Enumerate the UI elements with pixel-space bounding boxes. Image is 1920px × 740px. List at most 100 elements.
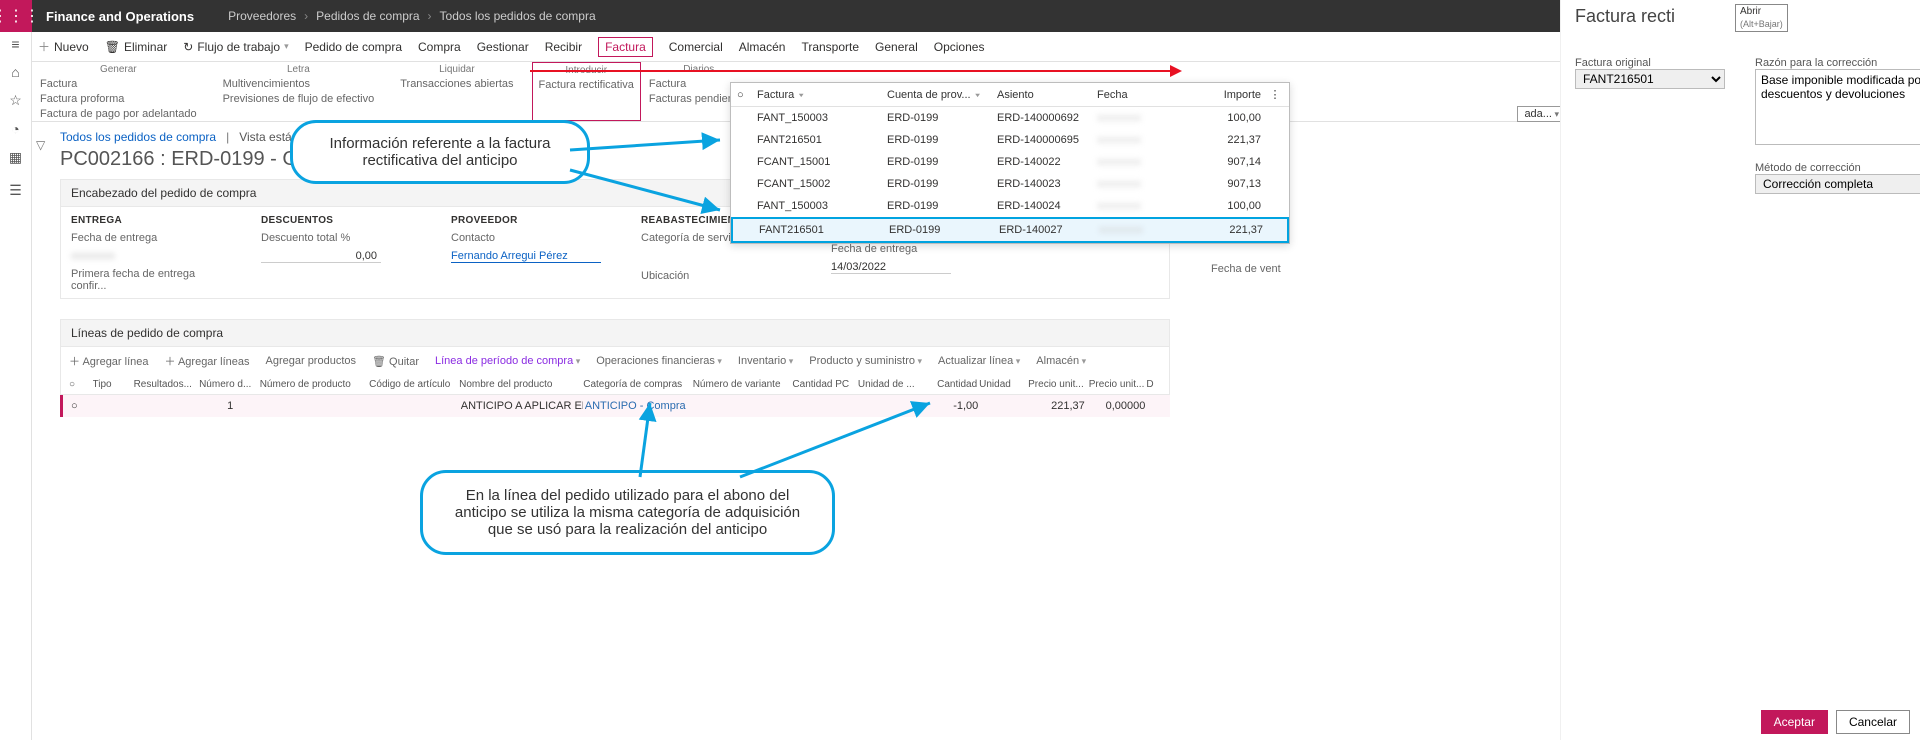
- col-header[interactable]: Cantidad PC: [792, 379, 856, 390]
- select-all-checkbox[interactable]: ○: [69, 379, 91, 390]
- tab-pedido-de-compra[interactable]: Pedido de compra: [305, 40, 402, 54]
- col-header[interactable]: Unidad de ...: [858, 379, 922, 390]
- col-header[interactable]: Número d...: [199, 379, 258, 390]
- tab-opciones[interactable]: Opciones: [934, 40, 985, 54]
- col-header[interactable]: Precio unit...: [1025, 379, 1084, 390]
- tab-comercial[interactable]: Comercial: [669, 40, 723, 54]
- clock-icon[interactable]: ◔: [11, 121, 19, 137]
- breadcrumb-item[interactable]: Pedidos de compra: [316, 9, 419, 23]
- col-header[interactable]: Asiento: [991, 84, 1091, 106]
- submenu-item[interactable]: Multivencimientos: [223, 77, 375, 92]
- workflow-button[interactable]: ↻Flujo de trabajo: [183, 40, 288, 54]
- update-line-button[interactable]: Actualizar línea: [938, 355, 1020, 367]
- invoice-lookup-dropdown[interactable]: ○ Factura Cuenta de prov... Asiento Fech…: [730, 82, 1290, 244]
- invoice-lookup-row[interactable]: FCANT_15002ERD-0199ERD-140023xxxxxxxx907…: [731, 173, 1289, 195]
- back-link[interactable]: Todos los pedidos de compra: [60, 130, 216, 144]
- vendor-contact-link[interactable]: Fernando Arregui Pérez: [451, 250, 601, 263]
- col-header[interactable]: Precio unit...: [1086, 379, 1145, 390]
- cell-purchase-category[interactable]: ANTICIPO - Compra: [585, 400, 692, 412]
- col-header[interactable]: Número de variante: [693, 379, 791, 390]
- col-header[interactable]: D: [1146, 379, 1161, 390]
- home-icon[interactable]: ⌂: [11, 64, 19, 80]
- col-header[interactable]: Unidad: [979, 379, 1023, 390]
- submenu-item[interactable]: Factura proforma: [40, 92, 197, 107]
- invoice-lookup-row[interactable]: FANT_150003ERD-0199ERD-140024xxxxxxxx100…: [731, 195, 1289, 217]
- tab-factura[interactable]: Factura: [598, 37, 653, 57]
- col-header[interactable]: Categoría de compras: [583, 379, 690, 390]
- add-line-button[interactable]: ＋ Agregar línea: [69, 353, 149, 369]
- add-products-button[interactable]: Agregar productos: [266, 355, 357, 367]
- annotation-callout-2: En la línea del pedido utilizado para el…: [420, 470, 835, 555]
- filter-icon[interactable]: [971, 89, 982, 101]
- new-button[interactable]: ＋Nuevo: [38, 38, 89, 55]
- accept-button[interactable]: Aceptar: [1761, 710, 1828, 734]
- correction-method-select[interactable]: Corrección completa: [1755, 174, 1920, 194]
- tab-general[interactable]: General: [875, 40, 918, 54]
- section-po-lines[interactable]: Líneas de pedido de compra: [60, 319, 1170, 347]
- submenu-item[interactable]: Factura: [40, 77, 197, 92]
- inventory-button[interactable]: Inventario: [738, 355, 793, 367]
- submenu-group-label: Generar: [40, 64, 197, 75]
- tab-compra[interactable]: Compra: [418, 40, 461, 54]
- correction-reason-textarea[interactable]: [1755, 69, 1920, 145]
- field-value: xxxxxxxx: [71, 250, 221, 262]
- tab-transporte[interactable]: Transporte: [801, 40, 859, 54]
- col-header[interactable]: Resultados...: [134, 379, 198, 390]
- tab-recibir[interactable]: Recibir: [545, 40, 582, 54]
- workspace-icon[interactable]: ▦: [9, 149, 22, 166]
- more-icon[interactable]: ⋮: [1267, 84, 1283, 106]
- delete-button[interactable]: 🗑Eliminar: [105, 40, 168, 54]
- col-header[interactable]: Nombre del producto: [459, 379, 581, 390]
- annotation-text: Información referente a la factura recti…: [330, 135, 551, 169]
- list-icon[interactable]: ☰: [9, 182, 22, 199]
- submenu-item[interactable]: Factura de pago por adelantado: [40, 107, 197, 122]
- product-supply-button[interactable]: Producto y suministro: [809, 355, 922, 367]
- warehouse-button[interactable]: Almacén: [1036, 355, 1086, 367]
- tab-almacen[interactable]: Almacén: [739, 40, 786, 54]
- field-label: Fecha de vent: [1211, 263, 1361, 275]
- invoice-lookup-row[interactable]: FANT216501ERD-0199ERD-140000695xxxxxxxx2…: [731, 129, 1289, 151]
- funnel-icon[interactable]: ▽: [36, 138, 45, 152]
- submenu-item[interactable]: Previsiones de flujo de efectivo: [223, 92, 375, 107]
- remove-line-button[interactable]: 🗑 Quitar: [372, 355, 419, 368]
- col-header[interactable]: Número de producto: [260, 379, 367, 390]
- app-logo-icon[interactable]: ⋮⋮⋮: [0, 0, 32, 32]
- annotation-text: En la línea del pedido utilizado para el…: [455, 487, 800, 538]
- invoice-lookup-row[interactable]: FANT216501ERD-0199ERD-140027xxxxxxxx221,…: [731, 217, 1289, 243]
- field-label: Fecha de entrega: [831, 243, 981, 255]
- col-header[interactable]: Tipo: [93, 379, 132, 390]
- submenu-item-factura-rectificativa[interactable]: Factura rectificativa: [539, 78, 634, 93]
- add-lines-button[interactable]: ＋ Agregar líneas: [165, 353, 250, 369]
- submenu-group-letra: Letra Multivencimientos Previsiones de f…: [215, 62, 393, 121]
- col-header[interactable]: Importe: [1181, 84, 1267, 106]
- row-checkbox[interactable]: ○: [71, 400, 92, 412]
- invoice-lookup-row[interactable]: FANT_150003ERD-0199ERD-140000692xxxxxxxx…: [731, 107, 1289, 129]
- breadcrumb-item[interactable]: Todos los pedidos de compra: [440, 9, 596, 23]
- col-header[interactable]: Factura: [751, 84, 881, 106]
- breadcrumb-item[interactable]: Proveedores: [228, 9, 296, 23]
- cell-quantity: -1,00: [925, 400, 979, 412]
- purchase-period-line-button[interactable]: Línea de período de compra: [435, 355, 580, 367]
- discount-total-input[interactable]: 0,00: [261, 250, 381, 263]
- col-header[interactable]: Fecha: [1091, 84, 1181, 106]
- select-all-checkbox[interactable]: ○: [731, 84, 751, 106]
- menu-icon[interactable]: ≡: [11, 36, 19, 52]
- col-header[interactable]: Cuenta de prov...: [881, 84, 991, 106]
- lines-grid-row[interactable]: ○ 1 ANTICIPO A APLICAR EN ... ANTICIPO -…: [60, 395, 1170, 417]
- field-group-label: DESCUENTOS: [261, 215, 411, 226]
- original-invoice-select[interactable]: FANT216501: [1575, 69, 1725, 89]
- invoice-lookup-row[interactable]: FCANT_15001ERD-0199ERD-140022xxxxxxxx907…: [731, 151, 1289, 173]
- star-icon[interactable]: ☆: [9, 92, 22, 109]
- submenu-item[interactable]: Transacciones abiertas: [400, 77, 513, 92]
- trash-icon: 🗑: [105, 40, 120, 54]
- filter-icon[interactable]: [794, 89, 805, 101]
- financial-ops-button[interactable]: Operaciones financieras: [596, 355, 722, 367]
- col-header[interactable]: Cantidad: [923, 379, 977, 390]
- cancel-button[interactable]: Cancelar: [1836, 710, 1910, 734]
- col-header[interactable]: Código de artículo: [369, 379, 457, 390]
- cell-unit-price-2: 0,00000: [1087, 400, 1146, 412]
- lines-grid-header: ○ Tipo Resultados... Número d... Número …: [60, 375, 1170, 395]
- field-group-label: PROVEEDOR: [451, 215, 601, 226]
- tab-gestionar[interactable]: Gestionar: [477, 40, 529, 54]
- delivery-date-input[interactable]: 14/03/2022: [831, 261, 951, 274]
